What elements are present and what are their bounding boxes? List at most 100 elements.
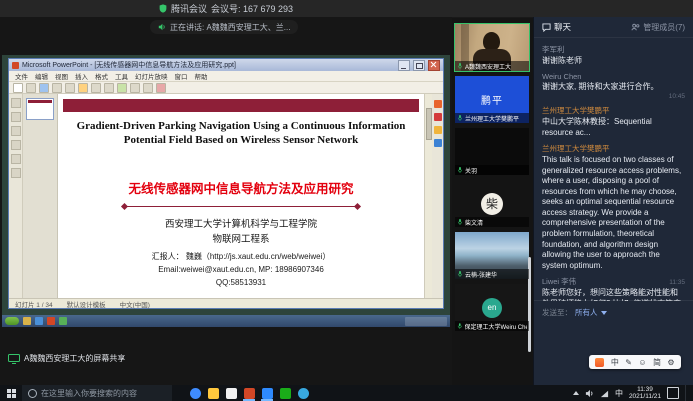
toolbar-icon[interactable] bbox=[104, 83, 114, 93]
meeting-title-bar: 腾讯会议 会议号: 167 679 293 bbox=[0, 0, 693, 18]
toolbar-icon[interactable] bbox=[11, 140, 21, 150]
browser-app-icon[interactable] bbox=[190, 388, 201, 399]
taskbar-app-icon[interactable] bbox=[23, 317, 31, 325]
menu-item-view[interactable]: 视图 bbox=[55, 71, 68, 81]
speaking-indicator-text: 正在讲话: A魏魏西安理工大、兰... bbox=[170, 22, 290, 33]
tab-manage-members[interactable]: 管理成员(7) bbox=[631, 22, 685, 33]
sender-name: 李军利 bbox=[542, 44, 565, 55]
toolbar-icon[interactable] bbox=[130, 83, 140, 93]
participant-tile[interactable]: 关羽 bbox=[455, 128, 529, 175]
task-pane-tab-icon[interactable] bbox=[434, 113, 442, 121]
participant-tile[interactable]: 鹏平 兰州理工大学樊鹏平 bbox=[455, 76, 529, 123]
taskbar-search[interactable]: 在这里输入你要搜索的内容 bbox=[22, 385, 172, 401]
task-pane-tab-icon[interactable] bbox=[434, 139, 442, 147]
tab-chat[interactable]: 聊天 bbox=[542, 21, 571, 33]
ime-settings-icon[interactable]: ⚙ bbox=[667, 358, 674, 367]
ime-simplified-toggle[interactable]: 简 bbox=[653, 357, 661, 368]
menu-item-insert[interactable]: 插入 bbox=[75, 71, 88, 81]
chat-message: 兰州理工大学樊鹏平 This talk is focused on two cl… bbox=[542, 143, 685, 271]
toolbar-icon[interactable] bbox=[117, 83, 127, 93]
ppt-window-title: Microsoft PowerPoint - [无线传感器网中信息导航方法及应用… bbox=[22, 60, 395, 70]
menu-item-tools[interactable]: 工具 bbox=[115, 71, 128, 81]
ime-pen-icon[interactable]: ✎ bbox=[625, 358, 632, 367]
menu-item-help[interactable]: 帮助 bbox=[195, 71, 208, 81]
volume-icon[interactable] bbox=[585, 389, 594, 398]
toolbar-icon[interactable] bbox=[11, 126, 21, 136]
app-brand: 腾讯会议 bbox=[171, 2, 207, 15]
app-icon[interactable] bbox=[226, 388, 237, 399]
toolbar-icon[interactable] bbox=[156, 83, 166, 93]
toolbar-icon[interactable] bbox=[13, 83, 23, 93]
menu-item-window[interactable]: 窗口 bbox=[175, 71, 188, 81]
tray-expand-icon[interactable] bbox=[573, 391, 579, 395]
slide-thumbnail-pane[interactable] bbox=[23, 94, 58, 298]
menu-item-edit[interactable]: 编辑 bbox=[35, 71, 48, 81]
toolbar-icon[interactable] bbox=[39, 83, 49, 93]
members-icon bbox=[631, 23, 640, 32]
ime-emoji-icon[interactable]: ☺ bbox=[638, 358, 646, 367]
action-center-icon[interactable] bbox=[667, 387, 679, 399]
system-tray: 中 11:39 2021/11/21 bbox=[573, 385, 693, 401]
participant-tile[interactable]: 柴 柴文清 bbox=[455, 180, 529, 227]
powerpoint-app-icon[interactable] bbox=[244, 388, 255, 399]
toolbar-icon[interactable] bbox=[11, 98, 21, 108]
task-pane-tab-icon[interactable] bbox=[434, 100, 442, 108]
mic-icon bbox=[457, 62, 463, 70]
ime-mode-toggle[interactable]: 中 bbox=[611, 357, 619, 368]
shield-icon bbox=[159, 4, 167, 13]
show-desktop-button[interactable] bbox=[685, 385, 690, 401]
toolbar-icon[interactable] bbox=[78, 83, 88, 93]
participant-name: 保定理工大学Weiru Chen bbox=[465, 322, 527, 331]
participant-name: 关羽 bbox=[465, 166, 477, 175]
menu-item-slideshow[interactable]: 幻灯片放映 bbox=[135, 71, 168, 81]
ime-toolbar[interactable]: 中 ✎ ☺ 简 ⚙ bbox=[589, 355, 681, 369]
participant-tile[interactable]: en 保定理工大学Weiru Chen bbox=[455, 284, 529, 331]
participant-tile[interactable]: 云楠-张建华 bbox=[455, 232, 529, 279]
taskbar-clock[interactable]: 11:39 2021/11/21 bbox=[629, 386, 661, 401]
close-button[interactable] bbox=[428, 60, 440, 71]
toolbar-icon[interactable] bbox=[52, 83, 62, 93]
ppt-toolbar bbox=[9, 82, 443, 94]
toolbar-icon[interactable] bbox=[91, 83, 101, 93]
message-time: 11:35 bbox=[669, 279, 685, 286]
slide-thumbnail[interactable] bbox=[26, 98, 54, 120]
file-explorer-icon[interactable] bbox=[208, 388, 219, 399]
send-to-selector[interactable]: 所有人 bbox=[575, 307, 607, 318]
screen-share-label-text: A魏魏西安理工大的屏幕共享 bbox=[24, 353, 125, 364]
taskbar-app-icon[interactable] bbox=[47, 317, 55, 325]
ppt-title-bar[interactable]: Microsoft PowerPoint - [无线传感器网中信息导航方法及应用… bbox=[9, 59, 443, 71]
slide-presenter: 汇报人： 魏巍（http://js.xaut.edu.cn/web/weiwei… bbox=[58, 251, 424, 264]
tray-ime-indicator[interactable]: 中 bbox=[615, 388, 623, 399]
task-pane-tab-icon[interactable] bbox=[434, 126, 442, 134]
network-icon[interactable] bbox=[600, 389, 609, 398]
minimize-button[interactable] bbox=[398, 60, 410, 71]
qq-app-icon[interactable] bbox=[298, 388, 309, 399]
toolbar-icon[interactable] bbox=[11, 112, 21, 122]
message-text: 中山大学陈林教授：Sequential resource ac... bbox=[542, 117, 685, 138]
ppt-scrollbar[interactable] bbox=[424, 94, 432, 298]
taskbar-app-icon[interactable] bbox=[35, 317, 43, 325]
powerpoint-window: Microsoft PowerPoint - [无线传感器网中信息导航方法及应用… bbox=[8, 58, 444, 309]
ime-logo-icon[interactable] bbox=[595, 358, 604, 367]
sender-name: 兰州理工大学樊鹏平 bbox=[542, 105, 610, 116]
toolbar-icon[interactable] bbox=[11, 154, 21, 164]
send-to-label: 发送至： bbox=[542, 307, 572, 318]
message-text: This talk is focused on two classes of g… bbox=[542, 155, 685, 271]
taskbar-app-icon[interactable] bbox=[59, 317, 67, 325]
chat-message-list[interactable]: 李军利 谢谢陈老师 Weiru Chen 谢谢大家, 期待和大家进行合作。 10… bbox=[534, 37, 693, 301]
screen-share-area: Microsoft PowerPoint - [无线传感器网中信息导航方法及应用… bbox=[0, 17, 452, 385]
mic-icon bbox=[457, 166, 463, 174]
wechat-app-icon[interactable] bbox=[280, 388, 291, 399]
meeting-app-icon[interactable] bbox=[262, 388, 273, 399]
menu-item-format[interactable]: 格式 bbox=[95, 71, 108, 81]
toolbar-icon[interactable] bbox=[65, 83, 75, 93]
start-button[interactable] bbox=[5, 317, 19, 325]
participant-tile[interactable]: A魏魏西安理工大 bbox=[455, 24, 529, 71]
slide-divider bbox=[124, 206, 358, 207]
toolbar-icon[interactable] bbox=[11, 168, 21, 178]
toolbar-icon[interactable] bbox=[143, 83, 153, 93]
menu-item-file[interactable]: 文件 bbox=[15, 71, 28, 81]
maximize-button[interactable] bbox=[413, 60, 425, 71]
start-button[interactable] bbox=[0, 385, 22, 401]
toolbar-icon[interactable] bbox=[26, 83, 36, 93]
